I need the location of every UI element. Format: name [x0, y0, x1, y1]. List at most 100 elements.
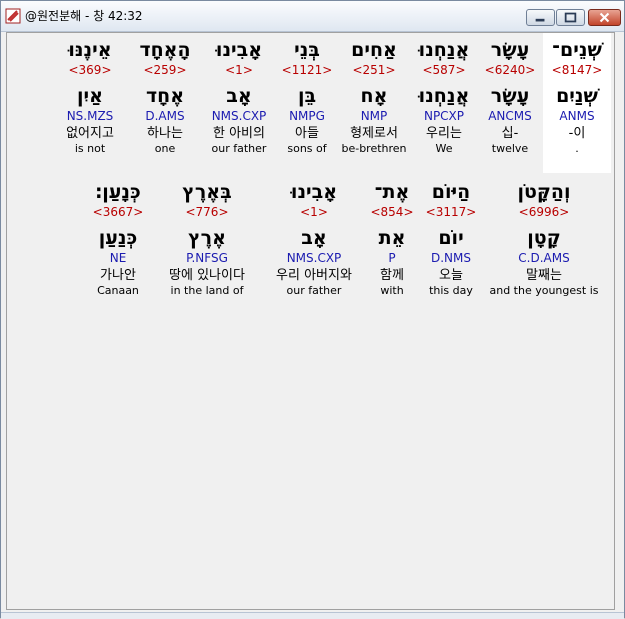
hebrew-lemma: אַיִן	[77, 85, 103, 107]
morphology-code: NMS.CXP	[211, 109, 267, 123]
hebrew-surface: בְּאֶרֶץ	[182, 181, 232, 203]
maximize-button[interactable]	[556, 9, 585, 26]
korean-gloss: 우리는	[426, 126, 462, 141]
hebrew-surface: עָשָׂר	[490, 39, 530, 61]
english-gloss: twelve	[491, 142, 529, 155]
word-column[interactable]: אֵינֶנּוּ <369> אַיִן NS.MZS 없어지고 is not	[51, 33, 129, 156]
korean-gloss: -이	[568, 126, 586, 141]
hebrew-lemma: בֵּן	[297, 85, 317, 107]
strong-number[interactable]: <587>	[411, 63, 477, 83]
english-gloss: this day	[429, 284, 473, 297]
morphology-code: NS.MZS	[66, 109, 114, 123]
word-column[interactable]: אָבִינוּ <1> אָב NMS.CXP 한 아비의 our fathe…	[201, 33, 277, 156]
hebrew-surface: אָבִינוּ	[290, 181, 338, 203]
korean-gloss: 함께	[380, 268, 404, 283]
hebrew-surface: שְׁנֵים־	[552, 39, 602, 61]
word-column[interactable]: עָשָׂר <6240> עָשָׂר ANCMS 십- twelve	[477, 33, 543, 156]
strong-number[interactable]: <369>	[51, 63, 129, 83]
english-gloss: Canaan	[97, 284, 139, 297]
close-button[interactable]	[588, 9, 621, 26]
korean-gloss: 아들	[295, 126, 319, 141]
korean-gloss: 오늘	[439, 268, 463, 283]
strong-number[interactable]: <854>	[365, 205, 419, 225]
hebrew-lemma: אֲנַחְנוּ	[418, 85, 470, 107]
morphology-code: D.NMS	[430, 251, 471, 265]
english-gloss: is not	[74, 142, 106, 155]
korean-gloss: 십-	[501, 126, 519, 141]
hebrew-surface: וְהַקָּטֹן	[517, 181, 571, 203]
title-bar[interactable]: @원전분해 - 창 42:32	[1, 1, 624, 32]
app-window: @원전분해 - 창 42:32 שְׁנֵים־ <8147> שְׁנַיִם…	[0, 0, 625, 619]
hebrew-surface: הָאֶחָד	[139, 39, 191, 61]
hebrew-lemma: יוֹם	[438, 227, 464, 249]
hebrew-lemma: קָטָן	[527, 227, 561, 249]
korean-gloss: 가나안	[100, 268, 136, 283]
strong-number[interactable]: <1>	[263, 205, 365, 225]
hebrew-lemma: אָח	[360, 85, 388, 107]
analysis-panel[interactable]: שְׁנֵים־ <8147> שְׁנַיִם ANMS -이 . עָשָׂ…	[6, 32, 615, 610]
morphology-code: C.D.AMS	[518, 251, 570, 265]
strong-number[interactable]: <259>	[129, 63, 201, 83]
strong-number[interactable]: <1121>	[277, 63, 337, 83]
hebrew-surface: הַיּוֹם	[431, 181, 471, 203]
word-column[interactable]: הַיּוֹם <3117> יוֹם D.NMS 오늘 this day	[419, 175, 483, 298]
hebrew-surface: אֲנַחְנוּ	[418, 39, 470, 61]
word-column[interactable]: אַחִים <251> אָח NMP 형제로서 be-brethren	[337, 33, 411, 156]
hebrew-lemma: אָב	[226, 85, 252, 107]
english-gloss: one	[154, 142, 176, 155]
morphology-code: D.AMS	[145, 109, 185, 123]
morphology-code: NPCXP	[423, 109, 465, 123]
korean-gloss: 형제로서	[350, 126, 398, 141]
hebrew-surface: אַחִים	[351, 39, 397, 61]
english-gloss: and the youngest is	[489, 284, 599, 297]
hebrew-surface: אֵינֶנּוּ	[68, 39, 112, 61]
word-column[interactable]: בְּאֶרֶץ <776> אֶרֶץ P.NFSG 땅에 있나이다 in t…	[155, 175, 259, 298]
strong-number[interactable]: <3667>	[87, 205, 149, 225]
hebrew-lemma: עָשָׂר	[490, 85, 530, 107]
hebrew-lemma: כְּנַעַן	[98, 227, 138, 249]
strong-number[interactable]: <8147>	[543, 63, 611, 83]
strong-number[interactable]: <3117>	[419, 205, 483, 225]
word-column[interactable]: הָאֶחָד <259> אֶחָד D.AMS 하나는 one	[129, 33, 201, 156]
english-gloss: .	[575, 142, 579, 155]
app-icon[interactable]	[5, 8, 21, 24]
hebrew-lemma: אֵת	[378, 227, 406, 249]
english-gloss: in the land of	[170, 284, 244, 297]
strong-number[interactable]: <776>	[155, 205, 259, 225]
word-column[interactable]: בְּנֵי <1121> בֵּן NMPG 아들 sons of	[277, 33, 337, 156]
minimize-button[interactable]	[526, 9, 555, 26]
korean-gloss: 하나는	[147, 126, 183, 141]
morphology-code: ANMS	[559, 109, 595, 123]
korean-gloss: 한 아비의	[213, 126, 265, 141]
english-gloss: our father	[211, 142, 267, 155]
morphology-code: NMP	[360, 109, 388, 123]
hebrew-surface: בְּנֵי	[294, 39, 320, 61]
strong-number[interactable]: <1>	[201, 63, 277, 83]
word-column[interactable]: שְׁנֵים־ <8147> שְׁנַיִם ANMS -이 .	[543, 33, 611, 173]
word-column[interactable]: אָבִינוּ <1> אָב NMS.CXP 우리 아버지와 our fat…	[263, 175, 365, 298]
window-title: @원전분해 - 창 42:32	[25, 9, 143, 23]
morphology-code: NE	[109, 251, 127, 265]
strong-number[interactable]: <251>	[337, 63, 411, 83]
hebrew-surface: כְּנָעַן׃	[95, 181, 141, 203]
korean-gloss: 없어지고	[66, 126, 114, 141]
hebrew-surface: אָבִינוּ	[215, 39, 263, 61]
morphology-code: P	[388, 251, 396, 265]
hebrew-lemma: אָב	[301, 227, 327, 249]
morphology-code: NMPG	[289, 109, 325, 123]
strong-number[interactable]: <6996>	[483, 205, 605, 225]
english-gloss: with	[380, 284, 404, 297]
word-column[interactable]: וְהַקָּטֹן <6996> קָטָן C.D.AMS 말째는 and …	[483, 175, 605, 298]
morphology-code: P.NFSG	[186, 251, 228, 265]
strong-number[interactable]: <6240>	[477, 63, 543, 83]
word-column[interactable]: אֶת־ <854> אֵת P 함께 with	[365, 175, 419, 298]
korean-gloss: 땅에 있나이다	[169, 268, 245, 283]
korean-gloss: 말째는	[526, 268, 562, 283]
hebrew-surface: אֶת־	[374, 181, 410, 203]
morphology-code: NMS.CXP	[286, 251, 342, 265]
hebrew-lemma: אֶחָד	[145, 85, 185, 107]
word-column[interactable]: אֲנַחְנוּ <587> אֲנַחְנוּ NPCXP 우리는 We	[411, 33, 477, 156]
hebrew-lemma: שְׁנַיִם	[556, 85, 598, 107]
english-gloss: be-brethren	[341, 142, 407, 155]
word-column[interactable]: כְּנָעַן׃ <3667> כְּנַעַן NE 가나안 Canaan	[87, 175, 149, 298]
